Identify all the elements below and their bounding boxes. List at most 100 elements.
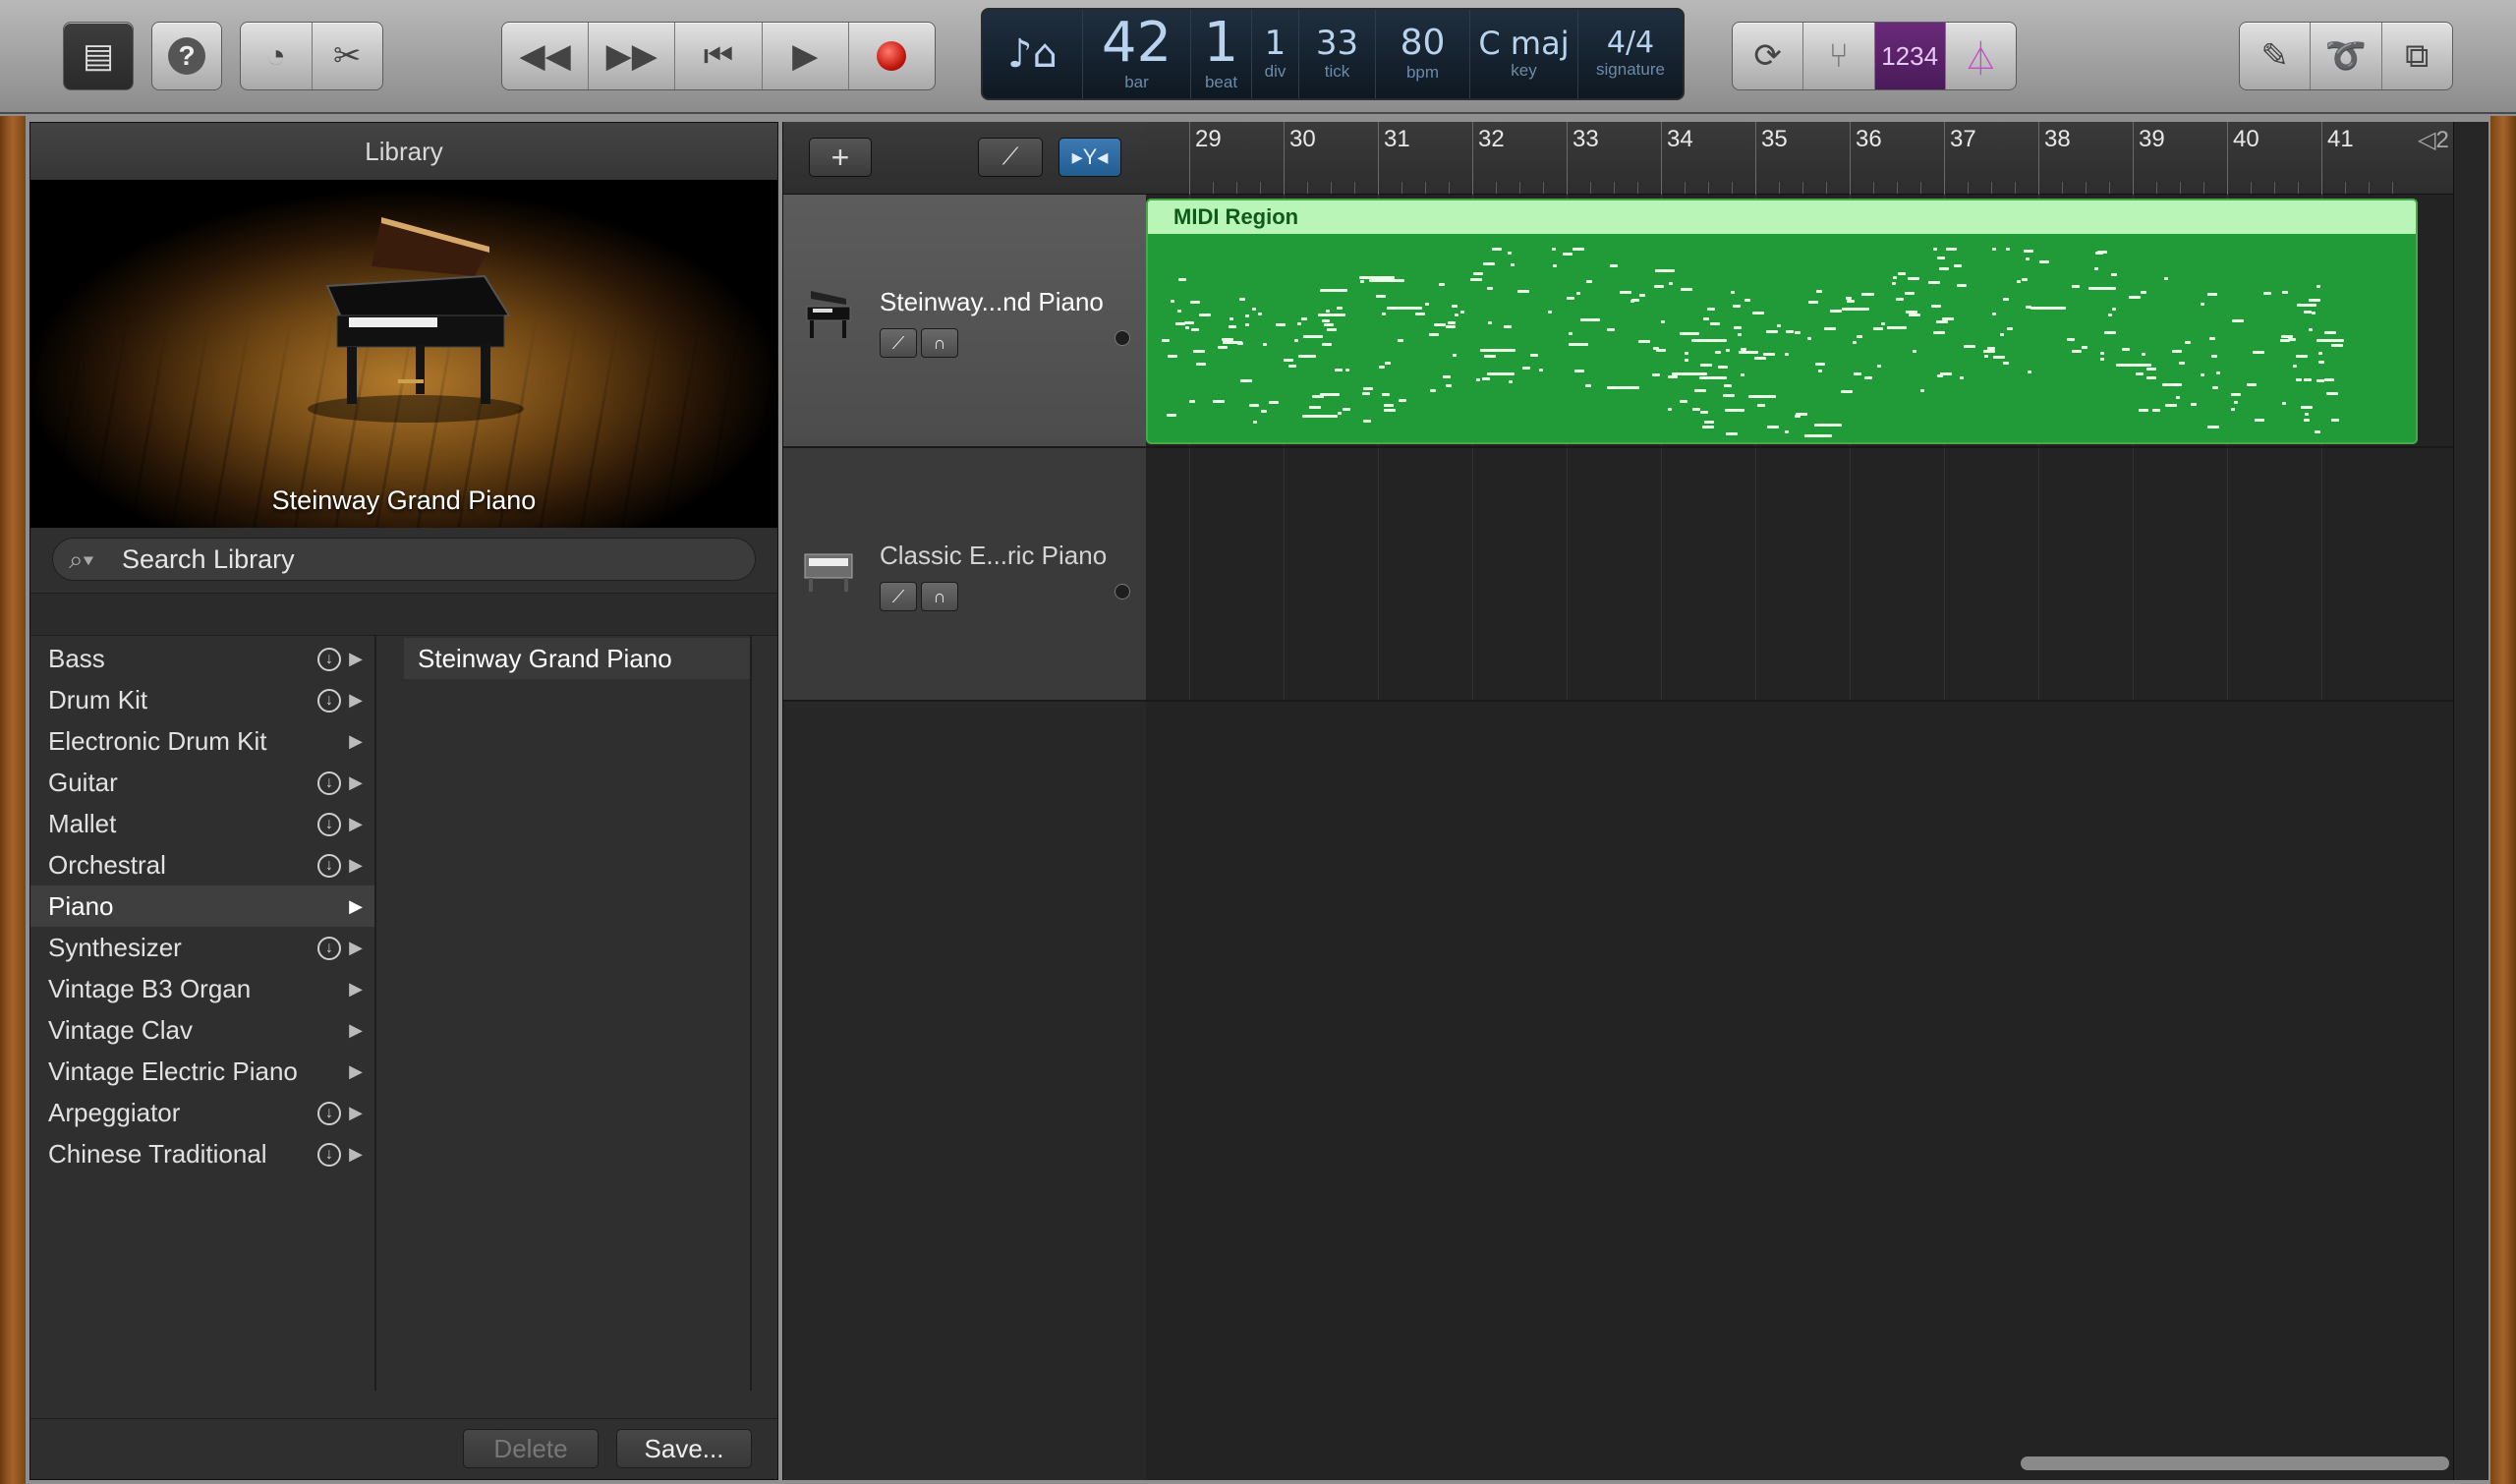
- midi-note: [2016, 280, 2021, 283]
- midi-note: [1814, 424, 1843, 428]
- lcd-tempo-cell[interactable]: 80 bpm: [1376, 10, 1470, 98]
- midi-note: [1287, 364, 1296, 368]
- rewind-button[interactable]: ◀◀: [502, 23, 590, 89]
- midi-region[interactable]: MIDI Region: [1146, 199, 2418, 444]
- midi-note: [1680, 331, 1700, 335]
- horizontal-scrollbar-thumb[interactable]: [2021, 1456, 2449, 1470]
- lcd-display[interactable]: ♪⌂ 42 bar 1 beat 1 div 33 tick 80 bpm C …: [981, 8, 1685, 100]
- play-button[interactable]: ▶: [763, 23, 849, 89]
- track-header-steinway[interactable]: Steinway...nd Piano ⟋ ∩: [783, 195, 1146, 448]
- category-item-guitar[interactable]: Guitar ↓ ▶: [30, 762, 374, 803]
- headphones-icon[interactable]: ∩: [921, 582, 958, 611]
- midi-note: [2247, 382, 2258, 386]
- automation-button[interactable]: ⟋: [978, 138, 1043, 177]
- help-button[interactable]: ?: [151, 22, 222, 90]
- go-to-beginning-button[interactable]: ⏮: [675, 23, 763, 89]
- category-item-vintage-b3-organ[interactable]: Vintage B3 Organ ▶: [30, 968, 374, 1009]
- lcd-beat-cell[interactable]: 1 beat: [1191, 10, 1252, 98]
- search-library-field[interactable]: ⌕▾ Search Library: [52, 538, 756, 581]
- download-icon[interactable]: ↓: [317, 1102, 341, 1125]
- download-icon[interactable]: ↓: [317, 813, 341, 836]
- category-item-electronic-drum-kit[interactable]: Electronic Drum Kit ▶: [30, 720, 374, 762]
- mute-icon[interactable]: ⟋: [880, 328, 917, 358]
- category-item-piano[interactable]: Piano ▶: [30, 885, 374, 927]
- patch-item-steinway-grand-piano[interactable]: Steinway Grand Piano: [404, 638, 750, 679]
- category-item-vintage-clav[interactable]: Vintage Clav ▶: [30, 1009, 374, 1051]
- category-item-drum-kit[interactable]: Drum Kit ↓ ▶: [30, 679, 374, 720]
- beat-tick: [1236, 182, 1237, 194]
- save-button[interactable]: Save...: [616, 1429, 752, 1468]
- lcd-tick-cell[interactable]: 33 tick: [1299, 10, 1376, 98]
- download-icon[interactable]: ↓: [317, 1143, 341, 1167]
- bar-number: 39: [2139, 126, 2165, 152]
- midi-note: [2007, 326, 2014, 330]
- midi-note: [2318, 352, 2323, 356]
- library-title: Library: [30, 123, 777, 180]
- download-icon[interactable]: ↓: [317, 854, 341, 878]
- lcd-div-cell[interactable]: 1 div: [1252, 10, 1299, 98]
- count-in-button[interactable]: 1234: [1874, 23, 1946, 89]
- library-icon: ▤: [82, 37, 115, 75]
- beat-value: 1: [1203, 11, 1239, 75]
- record-button[interactable]: [849, 23, 935, 89]
- category-item-mallet[interactable]: Mallet ↓ ▶: [30, 803, 374, 844]
- catch-playhead-button[interactable]: ▸Y◂: [1058, 138, 1121, 177]
- download-icon[interactable]: ↓: [317, 689, 341, 713]
- cycle-button[interactable]: ⟳: [1733, 23, 1804, 89]
- track-header-classic-electric-piano[interactable]: Classic E...ric Piano ⟋ ∩: [783, 448, 1146, 702]
- category-item-synthesizer[interactable]: Synthesizer ↓ ▶: [30, 927, 374, 968]
- midi-note: [2111, 307, 2116, 311]
- category-item-vintage-electric-piano[interactable]: Vintage Electric Piano ▶: [30, 1051, 374, 1092]
- midi-note: [1562, 253, 1572, 257]
- category-item-arpeggiator[interactable]: Arpeggiator ↓ ▶: [30, 1092, 374, 1133]
- category-label: Vintage Clav: [48, 1015, 193, 1045]
- smart-controls-button[interactable]: ◔: [241, 23, 313, 89]
- midi-note: [1817, 369, 1822, 372]
- fast-forward-button[interactable]: ▶▶: [589, 23, 676, 89]
- midi-note: [1586, 280, 1593, 284]
- midi-note: [1460, 310, 1465, 314]
- midi-note: [1381, 312, 1386, 315]
- lcd-mode-cell[interactable]: ♪⌂: [983, 10, 1083, 98]
- notepad-button[interactable]: ✎: [2240, 23, 2312, 89]
- midi-note: [1679, 399, 1687, 403]
- lcd-key-cell[interactable]: C maj key: [1470, 10, 1578, 98]
- record-enable-indicator[interactable]: [1115, 584, 1130, 599]
- category-label: Vintage Electric Piano: [48, 1056, 298, 1086]
- disclosure-arrow-icon: ▶: [349, 1103, 363, 1122]
- add-track-button[interactable]: +: [809, 138, 872, 177]
- category-item-bass[interactable]: Bass ↓ ▶: [30, 638, 374, 679]
- lcd-signature-cell[interactable]: 4/4 signature: [1578, 10, 1683, 98]
- download-icon[interactable]: ↓: [317, 771, 341, 795]
- record-enable-indicator[interactable]: [1115, 330, 1130, 346]
- lcd-bar-cell[interactable]: 42 bar: [1083, 10, 1191, 98]
- toolbar: ▤ ? ◔ ✂ ◀◀ ▶▶ ⏮ ▶ ♪⌂ 42 bar 1 beat 1 div…: [0, 0, 2516, 114]
- editors-button[interactable]: ✂: [313, 23, 383, 89]
- category-item-orchestral[interactable]: Orchestral ↓ ▶: [30, 844, 374, 885]
- media-browser-button[interactable]: ⧉: [2382, 23, 2452, 89]
- disclosure-arrow-icon: ▶: [349, 772, 363, 792]
- midi-note: [1652, 373, 1661, 376]
- midi-note: [1415, 313, 1426, 316]
- tuner-button[interactable]: ⑂: [1803, 23, 1875, 89]
- download-icon[interactable]: ↓: [317, 648, 341, 671]
- delete-button[interactable]: Delete: [463, 1429, 599, 1468]
- metronome-button[interactable]: ⏃: [1946, 23, 2016, 89]
- midi-note: [1638, 294, 1645, 298]
- category-item-chinese-traditional[interactable]: Chinese Traditional ↓ ▶: [30, 1133, 374, 1174]
- track-controls: ⟋ ∩: [880, 328, 958, 358]
- ruler[interactable]: 29 30 31 32 33 34 35 36 37 38 39 40 41 ◁2: [1146, 122, 2453, 195]
- midi-note: [1283, 358, 1293, 362]
- loop-browser-button[interactable]: ➰: [2311, 23, 2382, 89]
- headphones-icon[interactable]: ∩: [921, 328, 958, 358]
- beat-tick: [1590, 182, 1591, 194]
- download-icon[interactable]: ↓: [317, 937, 341, 960]
- midi-note: [1860, 292, 1867, 296]
- vertical-scrollbar[interactable]: [2453, 122, 2488, 1480]
- library-toggle-button[interactable]: ▤: [63, 22, 134, 90]
- midi-note: [2139, 408, 2149, 412]
- mute-icon[interactable]: ⟋: [880, 582, 917, 611]
- tracks-area: 29 30 31 32 33 34 35 36 37 38 39 40 41 ◁2 MIDI Regio…: [1146, 122, 2453, 1480]
- end-marker[interactable]: ◁2: [2418, 126, 2449, 154]
- midi-note: [2100, 351, 2105, 355]
